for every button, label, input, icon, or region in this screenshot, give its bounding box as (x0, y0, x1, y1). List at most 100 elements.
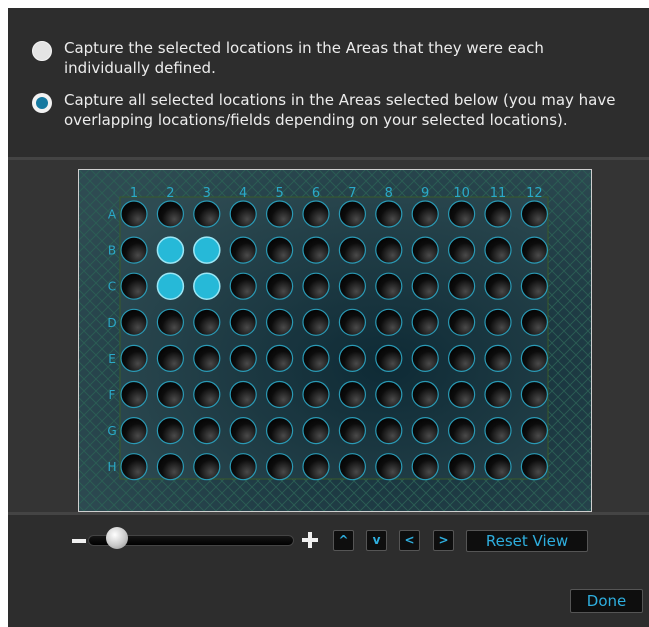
well-A4[interactable] (229, 200, 257, 228)
well-A11[interactable] (484, 200, 512, 228)
well-A10[interactable] (448, 200, 476, 228)
well-F3[interactable] (193, 380, 221, 409)
well-C7[interactable] (338, 272, 366, 300)
well-D1[interactable] (120, 308, 148, 336)
well-E11[interactable] (484, 344, 512, 372)
well-H1[interactable] (120, 453, 148, 481)
plate-viewer[interactable]: 1 2 3 4 5 6 7 8 9 10 11 12 ABCDEFGH (8, 157, 649, 515)
well-H11[interactable] (484, 453, 512, 481)
well-D11[interactable] (484, 308, 512, 336)
option-row-all-selected[interactable]: Capture all selected locations in the Ar… (32, 90, 624, 130)
well-H12[interactable] (520, 453, 548, 481)
well-D9[interactable] (411, 308, 439, 336)
well-F2[interactable] (156, 380, 185, 409)
well-F6[interactable] (302, 380, 330, 409)
well-F7[interactable] (338, 380, 366, 409)
well-D12[interactable] (520, 308, 548, 336)
well-B9[interactable] (411, 236, 439, 264)
well-B1[interactable] (120, 236, 148, 264)
well-E8[interactable] (375, 344, 403, 372)
well-F5[interactable] (266, 380, 294, 409)
well-G8[interactable] (375, 417, 403, 445)
well-F10[interactable] (448, 380, 476, 409)
well-G12[interactable] (520, 417, 548, 445)
well-F8[interactable] (375, 380, 403, 409)
well-C6[interactable] (302, 272, 330, 300)
well-D5[interactable] (266, 308, 294, 336)
well-A9[interactable] (411, 200, 439, 228)
well-B11[interactable] (484, 236, 512, 264)
well-D2[interactable] (156, 308, 185, 336)
well-D8[interactable] (375, 308, 403, 336)
well-D6[interactable] (302, 308, 330, 336)
well-G1[interactable] (120, 417, 148, 445)
zoom-in-icon[interactable] (302, 532, 318, 548)
well-C10[interactable] (448, 272, 476, 300)
well-E7[interactable] (338, 344, 366, 372)
well-F4[interactable] (229, 380, 257, 409)
well-H3[interactable] (193, 453, 221, 481)
well-B8[interactable] (375, 236, 403, 264)
well-H9[interactable] (411, 453, 439, 481)
well-D3[interactable] (193, 308, 221, 336)
well-G10[interactable] (448, 417, 476, 445)
well-D4[interactable] (229, 308, 257, 336)
well-G11[interactable] (484, 417, 512, 445)
well-A8[interactable] (375, 200, 403, 228)
well-E5[interactable] (266, 344, 294, 372)
well-C11[interactable] (484, 272, 512, 300)
radio-all-selected[interactable] (32, 93, 52, 113)
well-A12[interactable] (520, 200, 548, 228)
well-B5[interactable] (266, 236, 294, 264)
well-E1[interactable] (120, 344, 148, 372)
well-F12[interactable] (520, 380, 548, 409)
well-H8[interactable] (375, 453, 403, 481)
well-C12[interactable] (520, 272, 548, 300)
well-plate[interactable]: 1 2 3 4 5 6 7 8 9 10 11 12 ABCDEFGH (78, 169, 592, 512)
well-C9[interactable] (411, 272, 439, 300)
well-E6[interactable] (302, 344, 330, 372)
well-A3[interactable] (193, 200, 221, 228)
done-button[interactable]: Done (570, 589, 643, 613)
well-B6[interactable] (302, 236, 330, 264)
well-C8[interactable] (375, 272, 403, 300)
well-H4[interactable] (229, 453, 257, 481)
zoom-out-icon[interactable] (72, 539, 86, 543)
well-B7[interactable] (338, 236, 366, 264)
pan-down-button[interactable]: v (366, 530, 387, 551)
well-H6[interactable] (302, 453, 330, 481)
well-H5[interactable] (266, 453, 294, 481)
well-selected-B3[interactable] (193, 236, 221, 264)
well-A1[interactable] (120, 200, 148, 228)
well-E3[interactable] (193, 344, 221, 372)
well-H7[interactable] (338, 453, 366, 481)
well-C1[interactable] (120, 272, 148, 300)
well-selected-C3[interactable] (193, 272, 221, 300)
well-F1[interactable] (120, 380, 148, 409)
well-C4[interactable] (229, 272, 257, 300)
well-G6[interactable] (302, 417, 330, 445)
pan-right-button[interactable]: > (433, 530, 454, 551)
well-E4[interactable] (229, 344, 257, 372)
well-H2[interactable] (156, 453, 185, 481)
well-G4[interactable] (229, 417, 257, 445)
well-C5[interactable] (266, 272, 294, 300)
well-A2[interactable] (156, 200, 185, 228)
well-G9[interactable] (411, 417, 439, 445)
well-D10[interactable] (448, 308, 476, 336)
well-D7[interactable] (338, 308, 366, 336)
option-row-individual[interactable]: Capture the selected locations in the Ar… (32, 38, 624, 78)
well-E9[interactable] (411, 344, 439, 372)
well-E10[interactable] (448, 344, 476, 372)
well-H10[interactable] (448, 453, 476, 481)
radio-individual[interactable] (32, 41, 52, 61)
pan-left-button[interactable]: < (399, 530, 420, 551)
well-A5[interactable] (266, 200, 294, 228)
well-E12[interactable] (520, 344, 548, 372)
well-selected-C2[interactable] (156, 272, 185, 300)
well-A6[interactable] (302, 200, 330, 228)
well-B12[interactable] (520, 236, 548, 264)
reset-view-button[interactable]: Reset View (466, 530, 588, 552)
well-selected-B2[interactable] (156, 236, 185, 264)
well-G3[interactable] (193, 417, 221, 445)
